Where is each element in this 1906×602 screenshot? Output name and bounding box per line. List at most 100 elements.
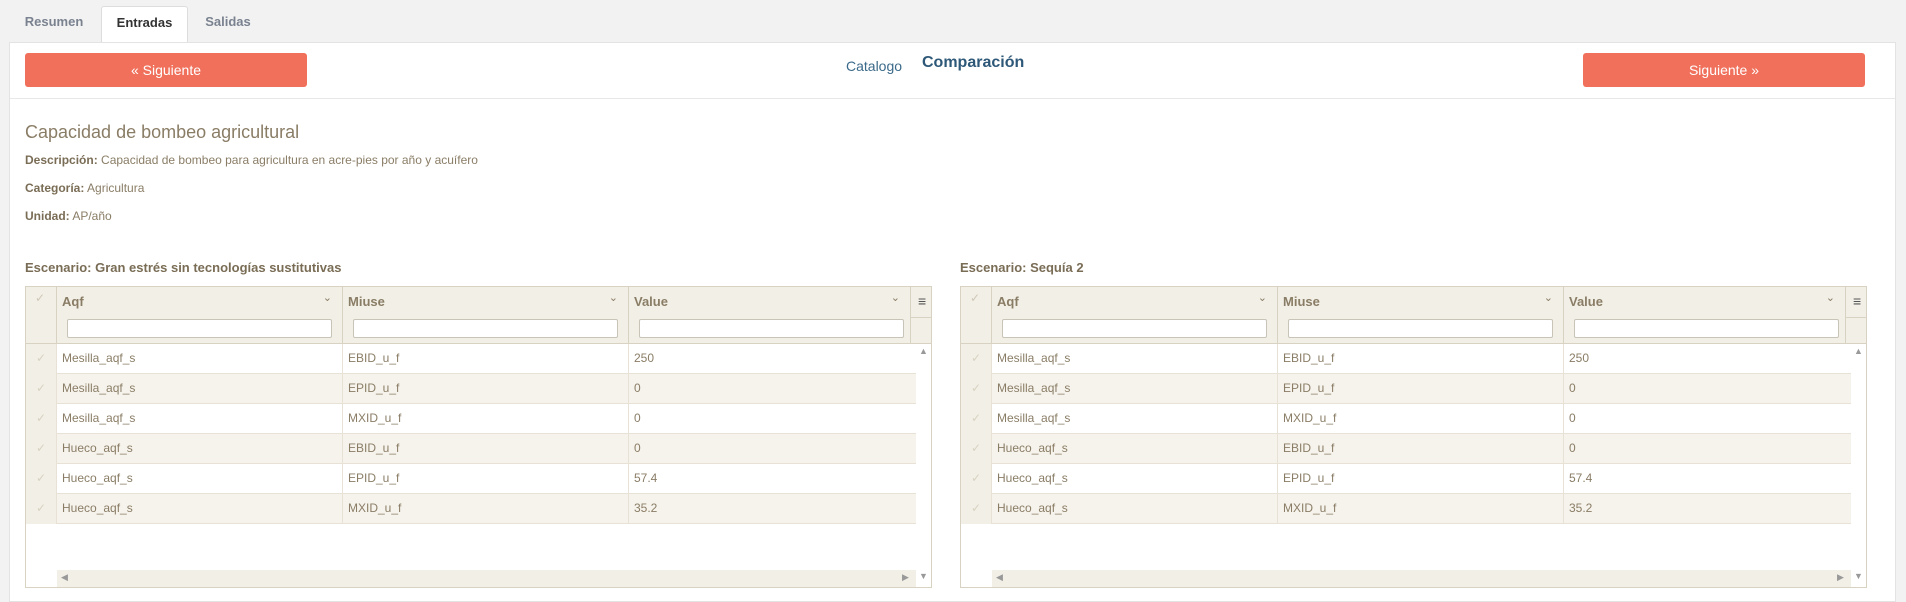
table-cell[interactable]: EBID_u_f bbox=[1278, 434, 1564, 464]
column-header-value[interactable]: Value ⌄ bbox=[629, 287, 911, 344]
table-cell[interactable]: EPID_u_f bbox=[343, 464, 629, 494]
table-cell[interactable]: EPID_u_f bbox=[1278, 374, 1564, 404]
table-cell[interactable]: EBID_u_f bbox=[1278, 344, 1564, 374]
filter-input-value[interactable] bbox=[1574, 319, 1839, 338]
vertical-scrollbar[interactable]: ▲ ▼ bbox=[1851, 344, 1866, 587]
column-header-aqf[interactable]: Aqf ⌄ bbox=[57, 287, 343, 344]
table-row[interactable]: ✓ Hueco_aqf_s MXID_u_f 35.2 bbox=[961, 494, 1851, 524]
scroll-up-icon[interactable]: ▲ bbox=[919, 346, 928, 356]
table-cell[interactable]: 35.2 bbox=[629, 494, 916, 524]
table-cell[interactable]: EPID_u_f bbox=[1278, 464, 1564, 494]
table-cell[interactable]: Hueco_aqf_s bbox=[57, 494, 343, 524]
table-cell[interactable]: Mesilla_aqf_s bbox=[57, 344, 343, 374]
row-select-checkbox[interactable]: ✓ bbox=[961, 434, 992, 464]
table-row[interactable]: ✓ Hueco_aqf_s EPID_u_f 57.4 bbox=[26, 464, 916, 494]
table-cell[interactable]: Mesilla_aqf_s bbox=[992, 344, 1278, 374]
table-row[interactable]: ✓ Hueco_aqf_s EBID_u_f 0 bbox=[26, 434, 916, 464]
table-row[interactable]: ✓ Mesilla_aqf_s MXID_u_f 0 bbox=[961, 404, 1851, 434]
row-select-checkbox[interactable]: ✓ bbox=[26, 434, 57, 464]
table-cell[interactable]: 0 bbox=[1564, 404, 1851, 434]
row-select-checkbox[interactable]: ✓ bbox=[961, 494, 992, 524]
catalog-link[interactable]: Catalogo bbox=[846, 58, 902, 74]
table-cell[interactable]: 0 bbox=[629, 374, 916, 404]
row-select-checkbox[interactable]: ✓ bbox=[26, 494, 57, 524]
tab-entradas[interactable]: Entradas bbox=[101, 6, 188, 44]
scroll-right-icon[interactable]: ▶ bbox=[1837, 572, 1844, 583]
scroll-up-icon[interactable]: ▲ bbox=[1854, 346, 1863, 356]
chevron-down-icon[interactable]: ⌄ bbox=[1258, 291, 1267, 304]
filter-input-aqf[interactable] bbox=[1002, 319, 1267, 338]
table-cell[interactable]: MXID_u_f bbox=[1278, 494, 1564, 524]
chevron-down-icon[interactable]: ⌄ bbox=[323, 291, 332, 304]
table-cell[interactable]: 35.2 bbox=[1564, 494, 1851, 524]
scroll-right-icon[interactable]: ▶ bbox=[902, 572, 909, 583]
row-select-checkbox[interactable]: ✓ bbox=[961, 344, 992, 374]
column-header-value[interactable]: Value ⌄ bbox=[1564, 287, 1846, 344]
grid-menu-button[interactable]: ≡ bbox=[911, 287, 931, 318]
table-cell[interactable]: 57.4 bbox=[629, 464, 916, 494]
table-cell[interactable]: MXID_u_f bbox=[343, 404, 629, 434]
scroll-down-icon[interactable]: ▼ bbox=[919, 571, 928, 581]
table-cell[interactable]: Hueco_aqf_s bbox=[992, 494, 1278, 524]
scroll-down-icon[interactable]: ▼ bbox=[1854, 571, 1863, 581]
table-cell[interactable]: MXID_u_f bbox=[1278, 404, 1564, 434]
table-cell[interactable]: EPID_u_f bbox=[343, 374, 629, 404]
column-header-miuse[interactable]: Miuse ⌄ bbox=[1278, 287, 1564, 344]
tab-salidas[interactable]: Salidas bbox=[192, 6, 264, 43]
horizontal-scrollbar[interactable]: ◀ ▶ bbox=[57, 570, 916, 587]
table-cell[interactable]: Hueco_aqf_s bbox=[992, 434, 1278, 464]
filter-input-miuse[interactable] bbox=[353, 319, 618, 338]
table-row[interactable]: ✓ Mesilla_aqf_s EBID_u_f 250 bbox=[26, 344, 916, 374]
table-cell[interactable]: 0 bbox=[1564, 374, 1851, 404]
table-cell[interactable]: Hueco_aqf_s bbox=[992, 464, 1278, 494]
grid-menu-button[interactable]: ≡ bbox=[1846, 287, 1866, 318]
chevron-down-icon[interactable]: ⌄ bbox=[1544, 291, 1553, 304]
row-select-checkbox[interactable]: ✓ bbox=[961, 464, 992, 494]
chevron-down-icon[interactable]: ⌄ bbox=[891, 291, 900, 304]
row-select-checkbox[interactable]: ✓ bbox=[961, 374, 992, 404]
chevron-down-icon[interactable]: ⌄ bbox=[609, 291, 618, 304]
scroll-left-icon[interactable]: ◀ bbox=[61, 572, 68, 583]
table-cell[interactable]: 0 bbox=[1564, 434, 1851, 464]
table-cell[interactable]: EBID_u_f bbox=[343, 434, 629, 464]
row-select-checkbox[interactable]: ✓ bbox=[26, 374, 57, 404]
table-cell[interactable]: MXID_u_f bbox=[343, 494, 629, 524]
table-cell[interactable]: 0 bbox=[629, 434, 916, 464]
table-cell[interactable]: Mesilla_aqf_s bbox=[57, 374, 343, 404]
table-cell[interactable]: 250 bbox=[629, 344, 916, 374]
table-row[interactable]: ✓ Hueco_aqf_s MXID_u_f 35.2 bbox=[26, 494, 916, 524]
filter-input-value[interactable] bbox=[639, 319, 904, 338]
column-header-miuse[interactable]: Miuse ⌄ bbox=[343, 287, 629, 344]
row-select-checkbox[interactable]: ✓ bbox=[961, 404, 992, 434]
comparison-link[interactable]: Comparación bbox=[922, 54, 1024, 72]
row-select-checkbox[interactable]: ✓ bbox=[26, 404, 57, 434]
table-cell[interactable]: Mesilla_aqf_s bbox=[992, 404, 1278, 434]
column-header-aqf[interactable]: Aqf ⌄ bbox=[992, 287, 1278, 344]
table-row[interactable]: ✓ Mesilla_aqf_s EBID_u_f 250 bbox=[961, 344, 1851, 374]
previous-button[interactable]: « Siguiente bbox=[25, 53, 307, 87]
chevron-down-icon[interactable]: ⌄ bbox=[1826, 291, 1835, 304]
filter-input-miuse[interactable] bbox=[1288, 319, 1553, 338]
table-row[interactable]: ✓ Hueco_aqf_s EPID_u_f 57.4 bbox=[961, 464, 1851, 494]
row-select-checkbox[interactable]: ✓ bbox=[26, 344, 57, 374]
table-row[interactable]: ✓ Mesilla_aqf_s MXID_u_f 0 bbox=[26, 404, 916, 434]
select-all-cell[interactable]: ✓ bbox=[961, 287, 992, 344]
tab-resumen[interactable]: Resumen bbox=[14, 6, 94, 43]
select-all-cell[interactable]: ✓ bbox=[26, 287, 57, 344]
table-row[interactable]: ✓ Mesilla_aqf_s EPID_u_f 0 bbox=[26, 374, 916, 404]
row-select-checkbox[interactable]: ✓ bbox=[26, 464, 57, 494]
table-cell[interactable]: Mesilla_aqf_s bbox=[992, 374, 1278, 404]
table-cell[interactable]: Hueco_aqf_s bbox=[57, 464, 343, 494]
table-cell[interactable]: 57.4 bbox=[1564, 464, 1851, 494]
filter-input-aqf[interactable] bbox=[67, 319, 332, 338]
scroll-left-icon[interactable]: ◀ bbox=[996, 572, 1003, 583]
next-button[interactable]: Siguiente » bbox=[1583, 53, 1865, 87]
vertical-scrollbar[interactable]: ▲ ▼ bbox=[916, 344, 931, 587]
table-row[interactable]: ✓ Mesilla_aqf_s EPID_u_f 0 bbox=[961, 374, 1851, 404]
table-cell[interactable]: 250 bbox=[1564, 344, 1851, 374]
table-cell[interactable]: 0 bbox=[629, 404, 916, 434]
table-row[interactable]: ✓ Hueco_aqf_s EBID_u_f 0 bbox=[961, 434, 1851, 464]
table-cell[interactable]: Mesilla_aqf_s bbox=[57, 404, 343, 434]
table-cell[interactable]: EBID_u_f bbox=[343, 344, 629, 374]
horizontal-scrollbar[interactable]: ◀ ▶ bbox=[992, 570, 1851, 587]
